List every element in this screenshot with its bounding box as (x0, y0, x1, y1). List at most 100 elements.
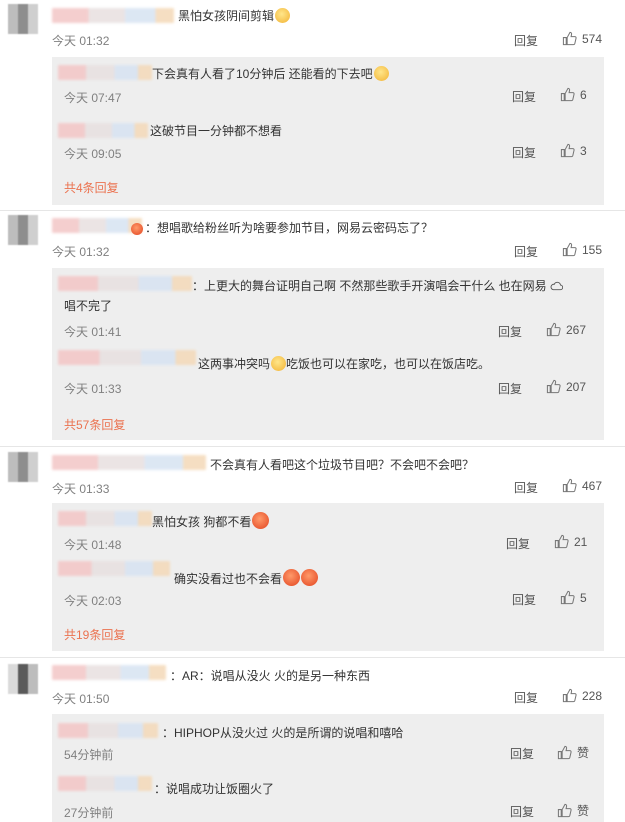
reply-button[interactable]: 回复 (506, 535, 530, 552)
comment-text: ：想唱歌给粉丝听为啥要参加节目，网易云密码忘了？ (130, 219, 433, 236)
like-count: 6 (580, 88, 587, 102)
reply-text: 黑怕女孩 狗都不看 (152, 512, 270, 530)
emoji-icon (373, 66, 389, 81)
like-button[interactable]: 21 (554, 534, 587, 549)
like-count: 赞 (577, 804, 590, 818)
avatar[interactable] (8, 664, 38, 694)
thumbs-up-icon (546, 322, 561, 337)
reply-text: ：HIPHOP从没火过 火的是所谓的说唱和嘻哈 (162, 726, 404, 740)
like-button[interactable]: 228 (562, 688, 602, 703)
thumbs-up-icon (560, 143, 575, 158)
like-button[interactable]: 467 (562, 478, 602, 493)
reply-time: 今天 01:41 (64, 325, 122, 339)
avatar[interactable] (8, 215, 38, 245)
like-button[interactable]: 267 (546, 322, 586, 337)
reply-button[interactable]: 回复 (498, 323, 522, 340)
like-count: 267 (566, 323, 587, 337)
emoji-icon (271, 356, 287, 371)
view-more-replies[interactable]: 共4条回复 (64, 179, 119, 196)
like-count: 574 (582, 32, 603, 46)
comment-time: 今天 01:32 (52, 34, 110, 48)
reply-time: 27分钟前 (64, 806, 114, 820)
reply-text: 确实没看过也不会看 (174, 569, 319, 587)
reply-button[interactable]: 回复 (512, 591, 536, 608)
thumbs-up-icon (562, 688, 577, 703)
reply-button[interactable]: 回复 (514, 479, 538, 496)
divider (0, 210, 625, 211)
like-button[interactable]: 6 (560, 87, 587, 102)
view-more-replies[interactable]: 共57条回复 (64, 416, 125, 433)
reply-username[interactable] (58, 561, 170, 576)
reply-button[interactable]: 回复 (514, 243, 538, 260)
comment-text: ：AR：说唱从没火 火的是另一种东西 (170, 669, 371, 683)
like-count: 5 (580, 591, 587, 605)
reply-button[interactable]: 回复 (498, 380, 522, 397)
thumbs-up-icon (562, 31, 577, 46)
username[interactable] (52, 665, 166, 680)
reply-time: 今天 09:05 (64, 147, 122, 161)
reply-time: 今天 01:33 (64, 382, 122, 396)
reply-text: 下会真有人看了10分钟后 还能看的下去吧 (152, 65, 389, 82)
like-button[interactable]: 赞 (557, 802, 589, 819)
reply-username[interactable] (58, 350, 196, 365)
reply-box: 下会真有人看了10分钟后 还能看的下去吧 今天 07:47 回复 6 这破节目一… (52, 57, 604, 205)
reply-button[interactable]: 回复 (510, 803, 534, 820)
like-count: 155 (582, 243, 603, 257)
comment-time: 今天 01:33 (52, 482, 110, 496)
reply-box: ：HIPHOP从没火过 火的是所谓的说唱和嘻哈 54分钟前 回复 赞 ：说唱成功… (52, 714, 604, 822)
reply-box: ：上更大的舞台证明自己啊 不然那些歌手开演唱会干什么 也在网易 唱不完了 今天 … (52, 268, 604, 440)
thumbs-up-icon (554, 534, 569, 549)
like-count: 207 (566, 380, 587, 394)
reply-username[interactable] (58, 65, 152, 80)
comment-time: 今天 01:50 (52, 692, 110, 706)
reply-username[interactable] (58, 776, 152, 791)
thumbs-up-icon (560, 87, 575, 102)
comment-text: 黑怕女孩阴间剪辑 (178, 7, 291, 24)
thumbs-up-icon (562, 478, 577, 493)
avatar[interactable] (8, 4, 38, 34)
avatar[interactable] (8, 452, 38, 482)
comment-text: 不会真有人看吧这个垃圾节目吧？不会吧不会吧？ (210, 458, 475, 472)
thumbs-up-icon (557, 803, 572, 818)
reply-time: 今天 07:47 (64, 91, 122, 105)
like-count: 赞 (577, 746, 590, 760)
like-button[interactable]: 207 (546, 379, 586, 394)
reply-button[interactable]: 回复 (514, 32, 538, 49)
comment-time: 今天 01:32 (52, 245, 110, 259)
like-button[interactable]: 3 (560, 143, 587, 158)
reply-text: ：说唱成功让饭圈火了 (154, 782, 275, 796)
view-more-replies[interactable]: 共19条回复 (64, 626, 125, 643)
emoji-icon (252, 512, 270, 529)
reply-username[interactable] (58, 723, 158, 738)
like-count: 467 (582, 479, 603, 493)
like-count: 21 (574, 535, 588, 549)
emoji-icon (301, 569, 319, 586)
reply-button[interactable]: 回复 (512, 144, 536, 161)
reply-username[interactable] (58, 511, 152, 526)
reply-time: 54分钟前 (64, 748, 114, 762)
reply-button[interactable]: 回复 (512, 88, 536, 105)
reply-box: 黑怕女孩 狗都不看 今天 01:48 回复 21 确实没看过也不会看 今天 02… (52, 503, 604, 651)
username[interactable] (52, 8, 174, 23)
like-count: 228 (582, 689, 603, 703)
divider (0, 446, 625, 447)
divider (0, 657, 625, 658)
reply-username[interactable] (58, 123, 148, 138)
reply-time: 今天 01:48 (64, 538, 122, 552)
like-button[interactable]: 155 (562, 242, 602, 257)
thumbs-up-icon (560, 590, 575, 605)
like-button[interactable]: 赞 (557, 744, 589, 761)
cloud-icon (550, 281, 564, 291)
reply-button[interactable]: 回复 (510, 745, 534, 762)
like-button[interactable]: 5 (560, 590, 587, 605)
reply-text: ：上更大的舞台证明自己啊 不然那些歌手开演唱会干什么 也在网易 (192, 277, 564, 294)
username[interactable] (52, 218, 142, 233)
thumbs-up-icon (562, 242, 577, 257)
reply-username[interactable] (58, 276, 192, 291)
reply-text-continued: 唱不完了 (64, 299, 113, 313)
like-button[interactable]: 574 (562, 31, 602, 46)
username[interactable] (52, 455, 206, 470)
emoji-icon (275, 8, 291, 23)
reply-text: 这两事冲突吗 吃饭也可以在家吃，也可以在饭店吃。 (198, 356, 491, 371)
reply-button[interactable]: 回复 (514, 689, 538, 706)
